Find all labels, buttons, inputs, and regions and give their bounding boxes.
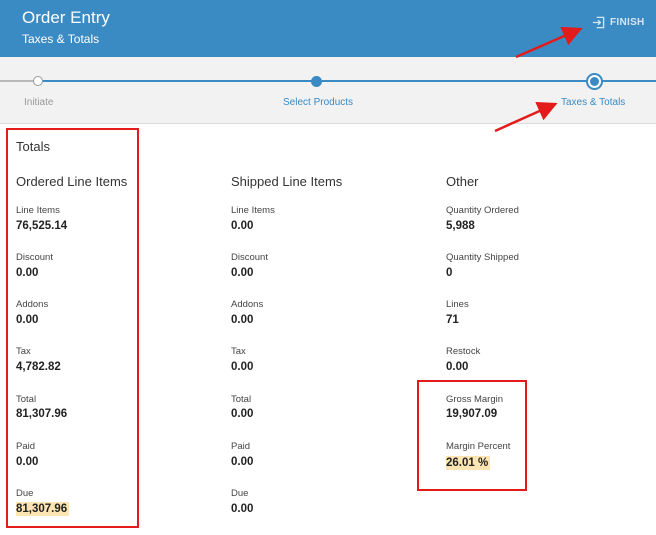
step-select-products-dot[interactable]	[311, 76, 322, 87]
finish-button[interactable]: FINISH	[592, 16, 645, 29]
exit-icon	[592, 16, 605, 29]
shipped-paid-value: 0.00	[231, 456, 254, 468]
restock-value: 0.00	[446, 361, 469, 373]
shipped-discount-value: 0.00	[231, 267, 254, 279]
other-heading: Other	[446, 174, 479, 189]
step-taxes-totals-dot[interactable]	[586, 73, 603, 90]
app-header: Order Entry Taxes & Totals FINISH	[0, 0, 656, 57]
lines-value: 71	[446, 314, 459, 326]
step-taxes-totals-label[interactable]: Taxes & Totals	[561, 97, 625, 108]
quantity-shipped-label: Quantity Shipped	[446, 252, 519, 263]
shipped-total-label: Total	[231, 394, 252, 405]
step-initiate-label[interactable]: Initiate	[24, 97, 53, 108]
page-subtitle: Taxes & Totals	[22, 32, 100, 46]
quantity-ordered-label: Quantity Ordered	[446, 205, 519, 216]
restock-label: Restock	[446, 346, 481, 357]
shipped-addons-value: 0.00	[231, 314, 254, 326]
shipped-due-label: Due	[231, 488, 249, 499]
shipped-tax-label: Tax	[231, 346, 246, 357]
page-title: Order Entry	[22, 8, 110, 27]
annotation-box-ordered	[6, 128, 139, 528]
annotation-box-margin	[417, 380, 527, 491]
shipped-line-items-value: 0.00	[231, 220, 254, 232]
step-initiate-dot[interactable]	[33, 76, 43, 86]
stepper-track	[38, 80, 656, 82]
shipped-line-items-heading: Shipped Line Items	[231, 174, 343, 189]
shipped-due-value: 0.00	[231, 503, 254, 515]
shipped-line-items-label: Line Items	[231, 205, 275, 216]
progress-stepper: Initiate Select Products Taxes & Totals	[0, 57, 656, 124]
shipped-tax-value: 0.00	[231, 361, 254, 373]
step-select-products-label[interactable]: Select Products	[283, 97, 353, 108]
shipped-paid-label: Paid	[231, 441, 251, 452]
quantity-ordered-value: 5,988	[446, 220, 475, 232]
shipped-addons-label: Addons	[231, 299, 264, 310]
lines-label: Lines	[446, 299, 469, 310]
finish-label: FINISH	[610, 17, 645, 28]
shipped-total-value: 0.00	[231, 408, 254, 420]
quantity-shipped-value: 0	[446, 267, 453, 279]
shipped-discount-label: Discount	[231, 252, 268, 263]
